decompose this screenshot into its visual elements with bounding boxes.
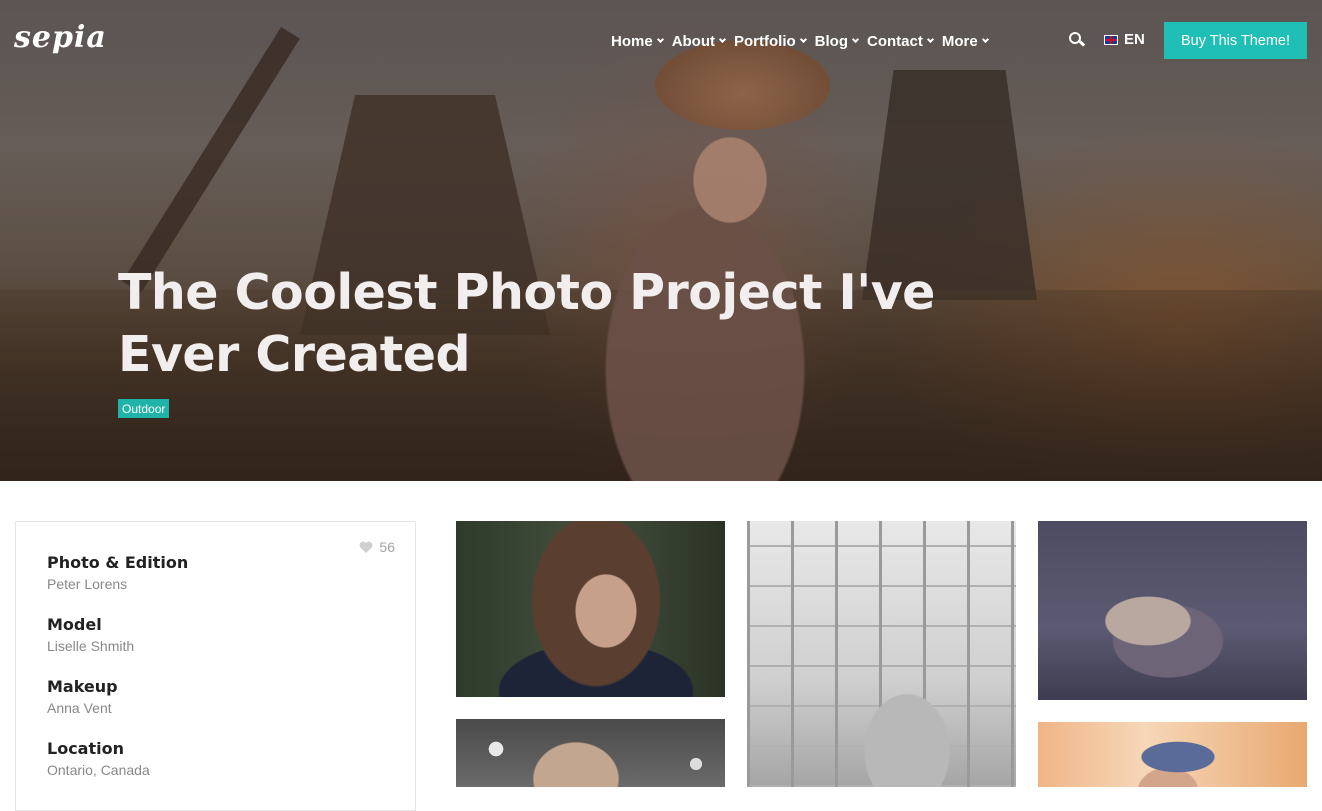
site-logo[interactable]: sepia xyxy=(14,20,107,55)
chevron-down-icon xyxy=(656,35,664,44)
nav-item-portfolio[interactable]: Portfolio xyxy=(734,31,807,51)
language-code: EN xyxy=(1124,31,1145,48)
detail-makeup: Makeup Anna Vent xyxy=(47,677,118,716)
nav-item-about[interactable]: About xyxy=(671,31,727,51)
nav-item-label: Contact xyxy=(867,32,923,50)
nav-item-contact[interactable]: Contact xyxy=(867,31,934,51)
nav-item-more[interactable]: More xyxy=(941,31,989,51)
detail-photo-edition: Photo & Edition Peter Lorens xyxy=(47,553,188,592)
detail-value: Anna Vent xyxy=(47,700,112,716)
chevron-down-icon xyxy=(981,35,989,44)
detail-label: Model xyxy=(47,615,102,634)
gallery-photo-4[interactable] xyxy=(456,719,725,787)
detail-model: Model Liselle Shmith xyxy=(47,615,134,654)
project-info-card: 56 Photo & Edition Peter Lorens Model Li… xyxy=(15,521,416,811)
search-icon[interactable] xyxy=(1069,32,1086,48)
like-count: 56 xyxy=(379,539,395,555)
like-counter[interactable]: 56 xyxy=(359,539,395,555)
buy-theme-button[interactable]: Buy This Theme! xyxy=(1164,22,1307,59)
hero-banner xyxy=(0,0,1322,481)
chevron-down-icon xyxy=(799,35,807,44)
nav-item-blog[interactable]: Blog xyxy=(814,31,860,51)
detail-label: Makeup xyxy=(47,677,118,696)
detail-value: Liselle Shmith xyxy=(47,638,135,654)
detail-label: Location xyxy=(47,739,124,758)
gallery-photo-5[interactable] xyxy=(1038,722,1307,787)
gallery-photo-3[interactable] xyxy=(1038,521,1307,700)
chevron-down-icon xyxy=(926,35,934,44)
category-tag[interactable]: Outdoor xyxy=(118,399,170,418)
nav-item-label: More xyxy=(941,32,978,50)
uk-flag-icon xyxy=(1104,34,1118,45)
detail-value: Ontario, Canada xyxy=(47,762,150,778)
nav-item-label: Home xyxy=(611,32,653,50)
nav-item-home[interactable]: Home xyxy=(611,31,664,51)
detail-label: Photo & Edition xyxy=(47,553,189,572)
nav-item-label: About xyxy=(671,32,716,50)
chevron-down-icon xyxy=(718,35,727,44)
language-switcher[interactable]: EN xyxy=(1104,31,1145,48)
page-title: The Coolest Photo Project I've Ever Crea… xyxy=(118,264,935,383)
detail-value: Peter Lorens xyxy=(47,576,128,592)
gallery-photo-2[interactable] xyxy=(747,521,1016,787)
chevron-down-icon xyxy=(851,35,860,44)
detail-location: Location Ontario, Canada xyxy=(47,739,150,778)
nav-item-label: Portfolio xyxy=(734,32,796,50)
gallery-photo-1[interactable] xyxy=(456,521,725,697)
main-nav: Home About Portfolio Blog Contact More xyxy=(611,31,997,51)
nav-item-label: Blog xyxy=(814,32,848,50)
heart-icon xyxy=(360,541,373,553)
